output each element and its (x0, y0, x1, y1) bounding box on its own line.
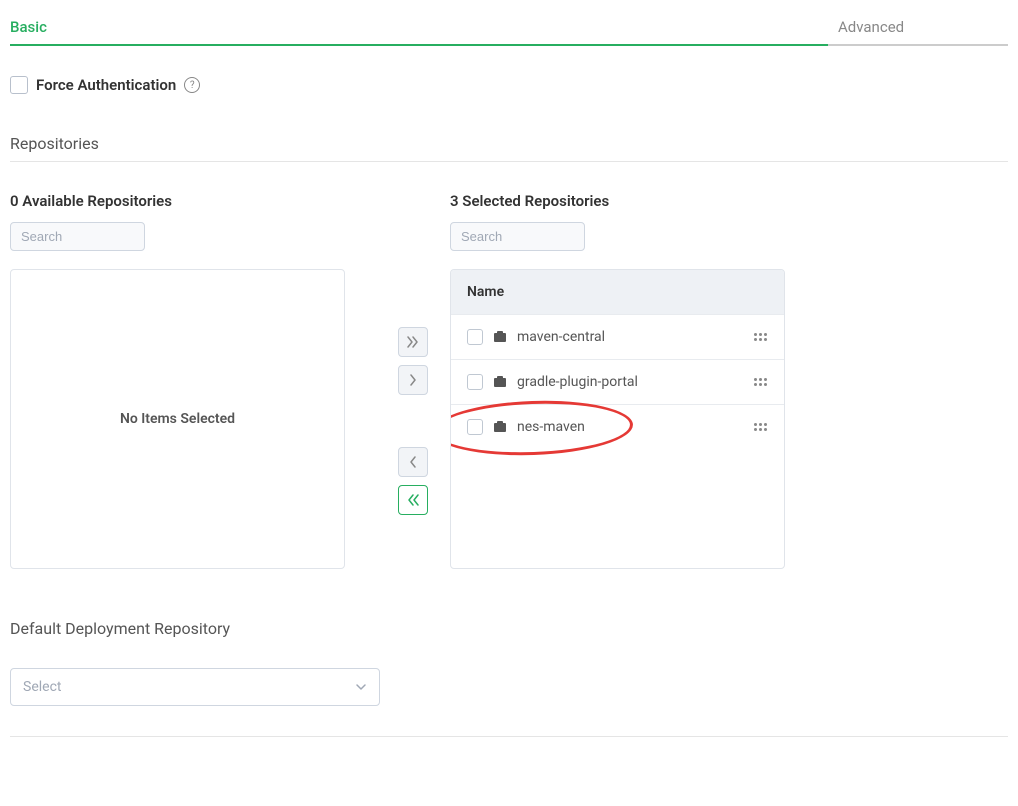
drag-handle-icon[interactable] (754, 330, 768, 344)
selected-listbox: Name maven-central gradle-plugin-portal (450, 269, 785, 569)
chevron-double-right-icon (406, 335, 420, 349)
chevron-down-icon (355, 681, 367, 693)
selected-count-label: 3 Selected Repositories (450, 192, 785, 210)
row-name: nes-maven (517, 419, 744, 435)
table-row[interactable]: nes-maven (451, 404, 784, 449)
repository-icon (493, 420, 507, 434)
chevron-double-left-icon (406, 493, 420, 507)
chevron-left-icon (406, 455, 420, 469)
force-auth-label: Force Authentication (36, 76, 176, 94)
help-icon[interactable]: ? (184, 77, 200, 93)
available-empty-message: No Items Selected (11, 270, 344, 568)
drag-handle-icon[interactable] (754, 420, 768, 434)
selected-list-header: Name (451, 270, 784, 314)
selected-search-input[interactable] (450, 222, 585, 251)
row-checkbox[interactable] (467, 329, 483, 345)
repository-icon (493, 375, 507, 389)
row-checkbox[interactable] (467, 374, 483, 390)
default-deploy-label: Default Deployment Repository (10, 619, 1008, 638)
row-checkbox[interactable] (467, 419, 483, 435)
available-search-input[interactable] (10, 222, 145, 251)
available-listbox: No Items Selected (10, 269, 345, 569)
table-row[interactable]: maven-central (451, 314, 784, 359)
divider (10, 736, 1008, 737)
chevron-right-icon (406, 373, 420, 387)
select-placeholder: Select (23, 679, 61, 695)
drag-handle-icon[interactable] (754, 375, 768, 389)
repositories-section-title: Repositories (10, 134, 1008, 162)
row-name: maven-central (517, 329, 744, 345)
move-all-right-button[interactable] (398, 327, 428, 357)
table-row[interactable]: gradle-plugin-portal (451, 359, 784, 404)
move-left-button[interactable] (398, 447, 428, 477)
tab-basic[interactable]: Basic (10, 10, 828, 46)
force-auth-checkbox[interactable] (10, 76, 28, 94)
tab-advanced[interactable]: Advanced (828, 10, 1008, 46)
move-right-button[interactable] (398, 365, 428, 395)
available-count-label: 0 Available Repositories (10, 192, 375, 210)
row-name: gradle-plugin-portal (517, 374, 744, 390)
move-all-left-button[interactable] (398, 485, 428, 515)
repository-icon (493, 330, 507, 344)
default-deploy-select[interactable]: Select (10, 668, 380, 706)
